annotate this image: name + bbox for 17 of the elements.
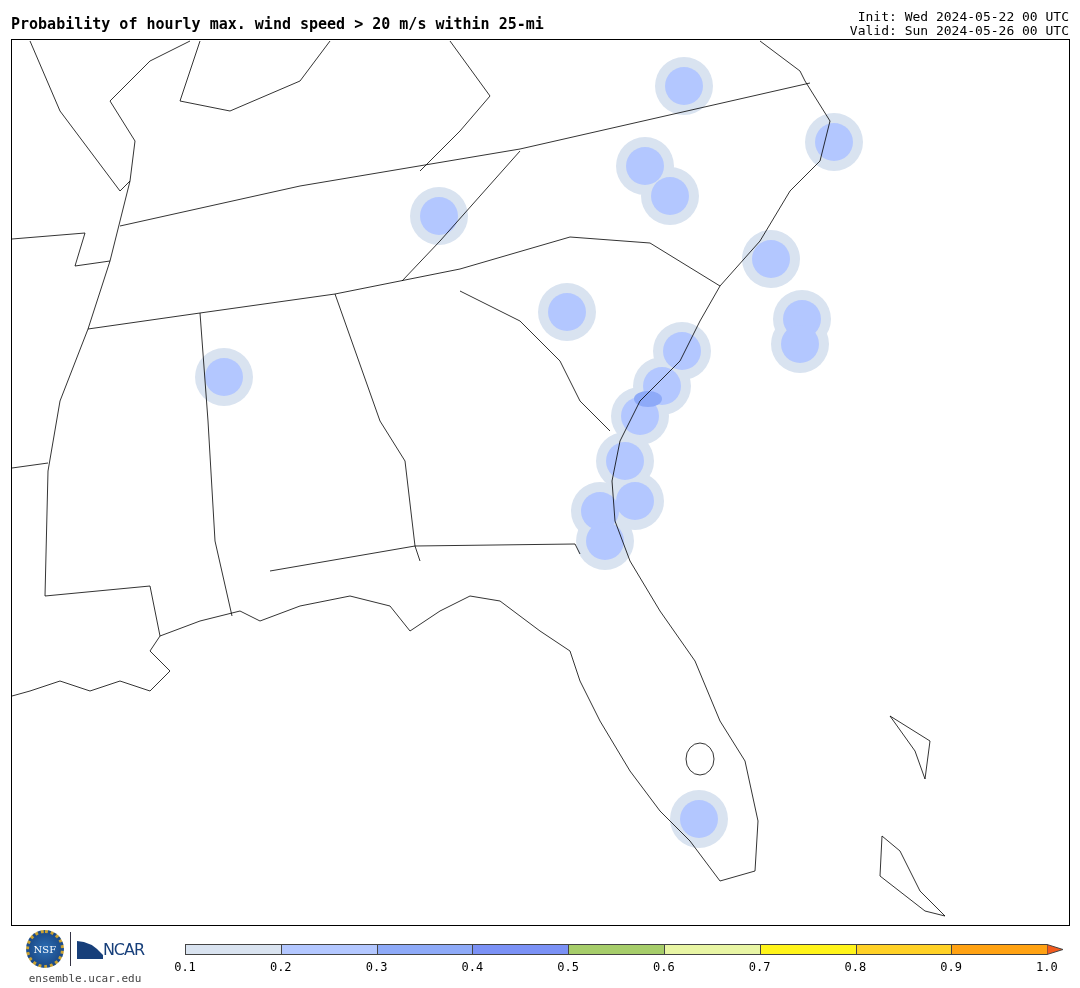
site-url: ensemble.ucar.edu	[28, 972, 142, 985]
colorbar-tick-label: 1.0	[1035, 960, 1059, 974]
ncar-logo-icon	[76, 939, 103, 959]
colorbar-tick-label: 0.5	[556, 960, 580, 974]
colorbar-tick-label: 0.9	[939, 960, 963, 974]
colorbar-tick-label: 0.2	[268, 960, 293, 974]
colorbar-tick-label: 0.8	[843, 960, 868, 974]
seal-logo: NSF	[25, 930, 64, 968]
colorbar-tick-label: 0.1	[173, 960, 197, 974]
ncar-logo-text: NCAR	[102, 940, 145, 959]
valid-time: Valid: Sun 2024-05-26 00 UTC	[849, 24, 1069, 38]
colorbar-tick-label: 0.6	[652, 960, 676, 974]
colorbar-tick-label: 0.3	[364, 960, 389, 974]
colorbar-tick-label: 0.4	[460, 960, 485, 974]
colorbar-tick-label: 0.7	[747, 960, 772, 974]
plot-title: Probability of hourly max. wind speed > 20 m/s within 25-mi	[11, 15, 544, 33]
init-time: Init: Wed 2024-05-22 00 UTC	[857, 10, 1069, 24]
